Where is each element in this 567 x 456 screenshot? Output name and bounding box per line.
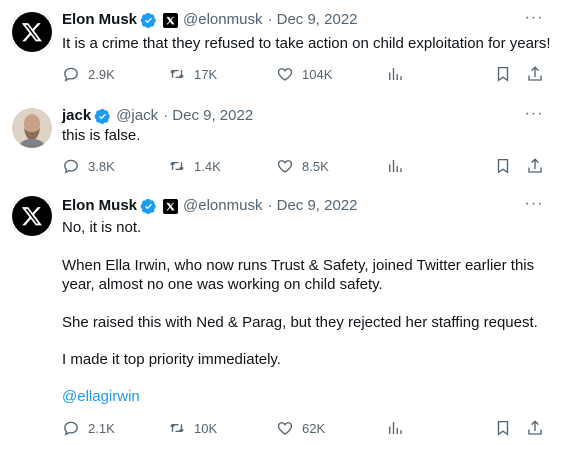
bookmark-button[interactable] xyxy=(494,156,520,176)
tweet-3[interactable]: Elon Musk @elonmusk · Dec 9, 2022 ··· No… xyxy=(0,186,567,456)
like-count: 62K xyxy=(302,420,326,436)
verified-badge-icon xyxy=(140,12,156,28)
like-icon xyxy=(277,160,293,173)
views-button[interactable] xyxy=(386,418,412,438)
bookmark-icon xyxy=(497,66,509,82)
reply-count: 2.9K xyxy=(88,66,115,82)
views-button[interactable] xyxy=(386,156,412,176)
reply-icon xyxy=(64,421,78,436)
retweet-count: 17K xyxy=(194,66,218,82)
like-count: 104K xyxy=(302,66,333,82)
bookmark-button[interactable] xyxy=(494,418,520,438)
like-icon xyxy=(277,68,293,81)
retweet-icon xyxy=(170,69,184,79)
retweet-button[interactable]: 17K xyxy=(168,64,217,84)
bookmark-icon xyxy=(497,158,509,174)
retweet-button[interactable]: 10K xyxy=(168,418,217,438)
verified-badge-icon xyxy=(94,108,110,124)
tweet-date[interactable]: · Dec 9, 2022 xyxy=(267,196,357,216)
x-affiliate-icon xyxy=(163,198,179,214)
reply-count: 2.1K xyxy=(88,420,115,436)
views-button[interactable] xyxy=(386,64,412,84)
tweet-actions: 3.8K 1.4K 8.5K xyxy=(62,156,567,176)
reply-button[interactable]: 3.8K xyxy=(62,156,115,176)
tweet-text-line-1: No, it is not. xyxy=(62,219,142,236)
retweet-count: 1.4K xyxy=(194,158,221,174)
avatar-elonmusk[interactable] xyxy=(12,12,52,52)
tweet-text: this is false. xyxy=(62,127,141,144)
reply-icon xyxy=(64,67,78,82)
avatar-elonmusk[interactable] xyxy=(12,196,52,236)
reply-icon xyxy=(64,159,78,174)
mention-link[interactable]: @ellagirwin xyxy=(62,387,140,407)
bookmark-icon xyxy=(497,420,509,436)
tweet-actions: 2.1K 10K 62K xyxy=(62,418,567,438)
retweet-count: 10K xyxy=(194,420,218,436)
x-logo-icon xyxy=(21,23,42,42)
share-icon xyxy=(528,66,542,81)
author-name[interactable]: jack xyxy=(62,106,91,126)
bookmark-button[interactable] xyxy=(494,64,520,84)
tweet-text: It is a crime that they refused to take … xyxy=(62,35,551,52)
share-button[interactable] xyxy=(526,156,552,176)
tweet-date[interactable]: · Dec 9, 2022 xyxy=(267,10,357,30)
like-icon xyxy=(277,422,293,435)
tweet-header: jack @jack · Dec 9, 2022 xyxy=(62,106,253,126)
author-handle[interactable]: @elonmusk xyxy=(183,196,262,216)
jack-avatar-image xyxy=(12,108,52,148)
author-handle[interactable]: @jack xyxy=(116,106,158,126)
retweet-icon xyxy=(170,161,184,171)
share-button[interactable] xyxy=(526,64,552,84)
tweet-header: Elon Musk @elonmusk · Dec 9, 2022 xyxy=(62,196,358,216)
author-name[interactable]: Elon Musk xyxy=(62,196,137,216)
author-name[interactable]: Elon Musk xyxy=(62,10,137,30)
share-button[interactable] xyxy=(526,418,552,438)
more-icon[interactable]: ··· xyxy=(523,196,545,216)
reply-count: 3.8K xyxy=(88,158,115,174)
tweet-date[interactable]: · Dec 9, 2022 xyxy=(163,106,253,126)
like-button[interactable]: 104K xyxy=(276,64,332,84)
verified-badge-icon xyxy=(140,198,156,214)
views-icon xyxy=(389,160,402,172)
reply-button[interactable]: 2.1K xyxy=(62,418,115,438)
retweet-button[interactable]: 1.4K xyxy=(168,156,221,176)
views-icon xyxy=(389,422,402,434)
tweet-text-line-5: I made it top priority immediately. xyxy=(62,351,281,368)
tweet-text-line-2: When Ella Irwin, who now runs Trust & Sa… xyxy=(62,257,535,274)
tweet-text-line-4: She raised this with Ned & Parag, but th… xyxy=(62,314,538,331)
more-icon[interactable]: ··· xyxy=(523,10,545,30)
tweet-text-line-3: year, almost no one was working on child… xyxy=(62,276,383,293)
share-icon xyxy=(528,420,542,435)
like-button[interactable]: 62K xyxy=(276,418,325,438)
avatar-jack[interactable] xyxy=(12,108,52,148)
share-icon xyxy=(528,158,542,173)
x-logo-icon xyxy=(21,207,42,226)
x-affiliate-icon xyxy=(163,12,179,28)
like-count: 8.5K xyxy=(302,158,329,174)
more-icon[interactable]: ··· xyxy=(523,106,545,126)
like-button[interactable]: 8.5K xyxy=(276,156,329,176)
retweet-icon xyxy=(170,423,184,433)
reply-button[interactable]: 2.9K xyxy=(62,64,115,84)
tweet-1[interactable]: Elon Musk @elonmusk · Dec 9, 2022 ··· It… xyxy=(0,0,567,96)
tweet-actions: 2.9K 17K 104K xyxy=(62,64,567,84)
tweet-2[interactable]: jack @jack · Dec 9, 2022 ··· this is fal… xyxy=(0,96,567,186)
author-handle[interactable]: @elonmusk xyxy=(183,10,262,30)
views-icon xyxy=(389,68,402,80)
tweet-header: Elon Musk @elonmusk · Dec 9, 2022 xyxy=(62,10,358,30)
